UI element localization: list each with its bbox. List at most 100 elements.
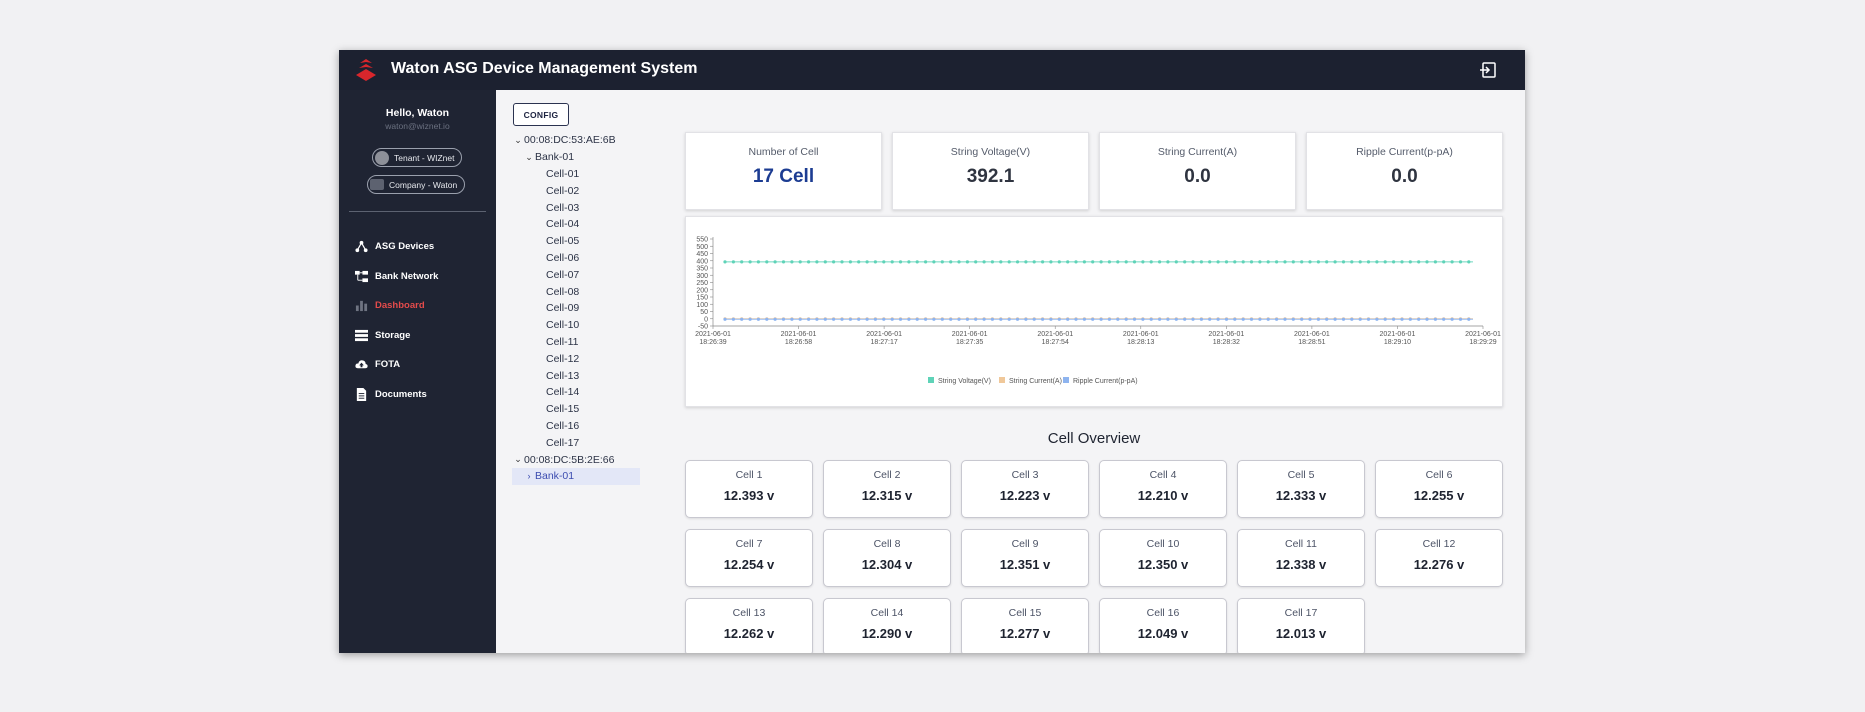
data-point bbox=[1166, 317, 1170, 321]
data-point bbox=[957, 260, 961, 264]
tree-device-2[interactable]: ⌄ 00:08:DC:5B:2E:66 bbox=[512, 451, 640, 468]
cell-voltage: 12.304 v bbox=[861, 557, 913, 572]
data-point bbox=[982, 260, 986, 264]
data-point bbox=[990, 260, 994, 264]
tree-cell-item[interactable]: Cell-15 bbox=[512, 401, 640, 418]
x-tick-label: 18:28:51 bbox=[1298, 339, 1325, 346]
data-point bbox=[932, 317, 936, 321]
tree-bank-2[interactable]: › Bank-01 bbox=[512, 467, 640, 485]
menu-item-fota[interactable]: FOTA bbox=[339, 350, 496, 380]
tree-cell-item[interactable]: Cell-13 bbox=[512, 367, 640, 384]
cell-voltage: 12.315 v bbox=[861, 488, 913, 503]
cell-card[interactable]: Cell 6 12.255 v bbox=[1375, 460, 1503, 518]
stat-value: 0.0 bbox=[1391, 166, 1418, 187]
tree-cell-item[interactable]: Cell-16 bbox=[512, 418, 640, 435]
tree-bank-1[interactable]: ⌄ Bank-01 bbox=[512, 149, 640, 166]
menu-item-asg-devices[interactable]: ASG Devices bbox=[339, 232, 496, 262]
cell-card[interactable]: Cell 9 12.351 v bbox=[961, 529, 1089, 587]
company-badge[interactable]: Company - Waton bbox=[367, 175, 466, 194]
data-point bbox=[965, 260, 969, 264]
data-point bbox=[1015, 260, 1020, 264]
cell-card[interactable]: Cell 14 12.290 v bbox=[823, 598, 951, 653]
y-tick-label: 300 bbox=[696, 273, 708, 280]
tree-cell-item[interactable]: Cell-02 bbox=[512, 182, 640, 199]
line-chart[interactable]: 550500450400350300250200150100500-502021… bbox=[686, 217, 1504, 408]
cell-card[interactable]: Cell 5 12.333 v bbox=[1237, 460, 1365, 518]
x-tick-label: 2021-06-01 bbox=[1465, 331, 1501, 338]
data-point bbox=[1417, 260, 1421, 264]
stat-value: 392.1 bbox=[966, 166, 1015, 187]
x-tick-label: 2021-06-01 bbox=[1123, 331, 1159, 338]
tree-device-1[interactable]: ⌄ 00:08:DC:53:AE:6B bbox=[512, 132, 640, 149]
cell-card[interactable]: Cell 2 12.315 v bbox=[823, 460, 951, 518]
cell-card[interactable]: Cell 8 12.304 v bbox=[823, 529, 951, 587]
x-tick-label: 18:26:39 bbox=[699, 339, 726, 346]
cell-card[interactable]: Cell 10 12.350 v bbox=[1099, 529, 1227, 587]
data-point bbox=[1350, 317, 1354, 321]
data-point bbox=[1375, 317, 1379, 321]
data-point bbox=[1358, 317, 1362, 321]
logout-icon[interactable] bbox=[1479, 61, 1497, 79]
tree-cell-item[interactable]: Cell-07 bbox=[512, 266, 640, 283]
y-tick-label: 450 bbox=[696, 251, 708, 258]
data-point bbox=[1433, 260, 1437, 264]
cell-voltage: 12.254 v bbox=[723, 557, 775, 572]
tree-cell-item[interactable]: Cell-12 bbox=[512, 350, 640, 367]
tree-cell-item[interactable]: Cell-08 bbox=[512, 283, 640, 300]
menu-item-dashboard[interactable]: Dashboard bbox=[339, 291, 496, 321]
data-point bbox=[748, 317, 752, 321]
tree-cell-item[interactable]: Cell-01 bbox=[512, 166, 640, 183]
menu-item-storage[interactable]: Storage bbox=[339, 321, 496, 351]
data-point bbox=[890, 317, 894, 321]
tree-cell-item[interactable]: Cell-09 bbox=[512, 300, 640, 317]
tree-cell-item[interactable]: Cell-17 bbox=[512, 434, 640, 451]
data-point bbox=[1041, 317, 1045, 321]
company-label: Company - Waton bbox=[389, 179, 458, 190]
x-tick-label: 18:28:32 bbox=[1213, 339, 1240, 346]
data-point bbox=[1015, 317, 1020, 321]
cell-card[interactable]: Cell 11 12.338 v bbox=[1237, 529, 1365, 587]
config-button[interactable]: CONFIG bbox=[513, 103, 569, 126]
data-point bbox=[1400, 317, 1404, 321]
tree-cell-item[interactable]: Cell-11 bbox=[512, 334, 640, 351]
chevron-down-icon[interactable]: ⌄ bbox=[512, 135, 524, 146]
tree-cell-item[interactable]: Cell-14 bbox=[512, 384, 640, 401]
data-point bbox=[1325, 317, 1329, 321]
tree-cell-item[interactable]: Cell-03 bbox=[512, 199, 640, 216]
cell-name: Cell 3 bbox=[1011, 469, 1039, 481]
tenant-badge[interactable]: Tenant - WIZnet bbox=[372, 148, 463, 167]
menu-item-documents[interactable]: Documents bbox=[339, 380, 496, 410]
hierarchy-icon bbox=[355, 270, 368, 282]
chevron-down-icon[interactable]: ⌄ bbox=[512, 454, 524, 465]
data-point bbox=[965, 317, 969, 321]
cell-card[interactable]: Cell 15 12.277 v bbox=[961, 598, 1089, 653]
cell-card[interactable]: Cell 13 12.262 v bbox=[685, 598, 813, 653]
cell-card[interactable]: Cell 17 12.013 v bbox=[1237, 598, 1365, 653]
data-point bbox=[907, 260, 911, 264]
chevron-right-icon[interactable]: › bbox=[523, 471, 535, 481]
cell-voltage: 12.210 v bbox=[1137, 488, 1189, 503]
tree-cell-item[interactable]: Cell-06 bbox=[512, 250, 640, 267]
menu-item-bank-network[interactable]: Bank Network bbox=[339, 262, 496, 292]
data-point bbox=[1041, 260, 1045, 264]
chevron-down-icon[interactable]: ⌄ bbox=[523, 152, 535, 163]
cell-card[interactable]: Cell 4 12.210 v bbox=[1099, 460, 1227, 518]
data-point bbox=[857, 260, 861, 264]
data-point bbox=[1442, 260, 1446, 264]
tree-cell-item[interactable]: Cell-10 bbox=[512, 317, 640, 334]
cell-card[interactable]: Cell 1 12.393 v bbox=[685, 460, 813, 518]
menu-label: Documents bbox=[375, 388, 427, 400]
tree-cell-item[interactable]: Cell-05 bbox=[512, 233, 640, 250]
tree-cell-item[interactable]: Cell-04 bbox=[512, 216, 640, 233]
cell-card[interactable]: Cell 16 12.049 v bbox=[1099, 598, 1227, 653]
legend-label: Ripple Current(p-pA) bbox=[1073, 378, 1138, 385]
cell-card[interactable]: Cell 3 12.223 v bbox=[961, 460, 1089, 518]
data-point bbox=[1291, 317, 1295, 321]
x-tick-label: 18:27:54 bbox=[1042, 339, 1069, 346]
data-point bbox=[1158, 317, 1162, 321]
data-point bbox=[740, 260, 744, 264]
data-point bbox=[1057, 260, 1061, 264]
cell-card[interactable]: Cell 12 12.276 v bbox=[1375, 529, 1503, 587]
cell-card[interactable]: Cell 7 12.254 v bbox=[685, 529, 813, 587]
data-point bbox=[1141, 317, 1145, 321]
